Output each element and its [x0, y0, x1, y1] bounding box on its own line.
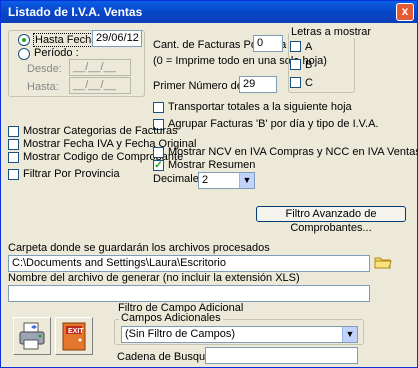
desde-input[interactable]: __/__/__ — [69, 59, 131, 76]
print-button[interactable] — [13, 317, 51, 355]
letra-b-label: B — [305, 59, 313, 71]
hasta-input[interactable]: __/__/__ — [69, 77, 131, 94]
fecha-iva-checkbox[interactable] — [8, 139, 19, 150]
exit-label: EXIT — [68, 328, 84, 335]
decimales-label: Decimales — [153, 173, 205, 185]
letra-c-checkbox[interactable] — [290, 77, 301, 88]
periodo-radio[interactable] — [18, 48, 30, 60]
periodo-label: Período : — [34, 47, 79, 59]
report-window: Listado de I.V.A. Ventas x Hasta Fecha :… — [0, 0, 418, 368]
letras-title: Letras a mostrar — [289, 26, 374, 38]
categorias-label: Mostrar Categorias de Facturas — [23, 125, 178, 137]
archivo-label: Nombre del archivo de generar (no inclui… — [8, 272, 300, 284]
letra-a-checkbox[interactable] — [290, 41, 301, 52]
chevron-down-icon[interactable]: ▼ — [342, 327, 357, 342]
desde-label: Desde: — [27, 63, 62, 75]
close-button[interactable]: x — [396, 3, 414, 21]
mostrar-resumen-label: Mostrar Resumen — [168, 159, 256, 171]
decimales-value: 2 — [202, 174, 209, 186]
archivo-input[interactable] — [8, 285, 370, 302]
codigo-checkbox[interactable] — [8, 152, 19, 163]
carpeta-input[interactable]: C:\Documents and Settings\Laura\Escritor… — [8, 255, 370, 272]
decimales-select[interactable]: 2 ▼ — [198, 172, 255, 189]
transportar-label: Transportar totales a la siguiente hoja — [168, 101, 352, 113]
carpeta-label: Carpeta donde se guardarán los archivos … — [8, 242, 270, 254]
provincia-label: Filtrar Por Provincia — [23, 168, 120, 180]
hasta-fecha-radio[interactable] — [18, 34, 30, 46]
letra-b-checkbox[interactable] — [290, 59, 301, 70]
filtro-avanzado-button[interactable]: Filtro Avanzado de Comprobantes... — [256, 206, 406, 234]
letra-a-label: A — [305, 41, 313, 53]
exit-button[interactable]: EXIT — [55, 317, 93, 355]
transportar-checkbox[interactable] — [153, 102, 164, 113]
mostrar-resumen-checkbox[interactable] — [153, 160, 164, 171]
campos-adicionales-label: Campos Adicionales — [119, 312, 223, 324]
campos-value: (Sin Filtro de Campos) — [125, 328, 236, 340]
title-bar: Listado de I.V.A. Ventas x — [1, 1, 417, 23]
mostrar-ncv-checkbox[interactable] — [153, 147, 164, 158]
letra-c-label: C — [305, 77, 313, 89]
provincia-checkbox[interactable] — [8, 169, 19, 180]
hasta-label: Hasta: — [27, 81, 59, 93]
categorias-checkbox[interactable] — [8, 126, 19, 137]
mostrar-ncv-label: Mostrar NCV en IVA Compras y NCC en IVA … — [168, 146, 418, 158]
window-title: Listado de I.V.A. Ventas — [8, 5, 143, 19]
hasta-fecha-input[interactable]: 29/06/12 — [92, 30, 142, 47]
primer-numero-input[interactable]: 29 — [239, 76, 277, 93]
campos-select[interactable]: (Sin Filtro de Campos) ▼ — [121, 326, 358, 343]
cant-facturas-input[interactable]: 0 — [253, 35, 283, 52]
folder-icon[interactable] — [374, 254, 392, 270]
chevron-down-icon[interactable]: ▼ — [239, 173, 254, 188]
cadena-input[interactable] — [205, 347, 358, 364]
agrupar-label: Agrupar Facturas 'B' por día y tipo de I… — [168, 118, 379, 130]
exit-door-icon — [62, 322, 86, 351]
printer-icon — [19, 322, 45, 350]
